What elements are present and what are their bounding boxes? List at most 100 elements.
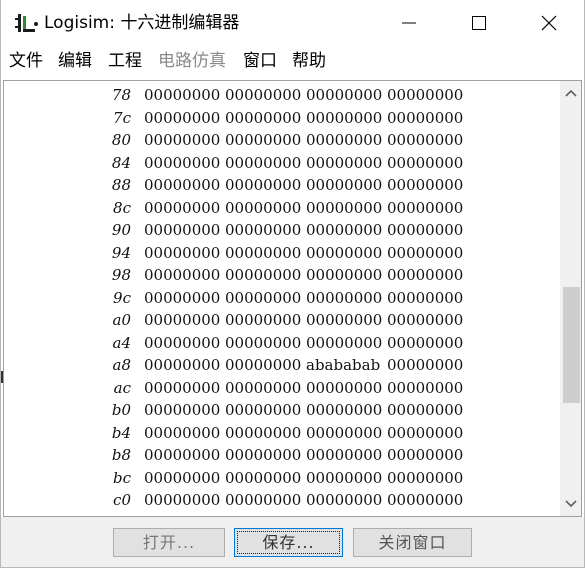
hex-cell[interactable]: 00000000 <box>387 287 463 310</box>
hex-cell[interactable]: 00000000 <box>306 444 382 467</box>
hex-cell[interactable]: 00000000 <box>387 107 463 130</box>
hex-cell[interactable]: 00000000 <box>387 354 463 377</box>
hex-cell[interactable]: 00000000 <box>225 264 301 287</box>
open-button[interactable]: 打开... <box>113 528 225 557</box>
row-address: 7c <box>113 108 131 127</box>
hex-cell[interactable]: 00000000 <box>225 174 301 197</box>
hex-cell[interactable]: abababab <box>306 354 380 377</box>
hex-cell[interactable]: 00000000 <box>387 129 463 152</box>
hex-cell[interactable]: 00000000 <box>387 264 463 287</box>
hex-cell[interactable]: 00000000 <box>225 129 301 152</box>
hex-cell[interactable]: 00000000 <box>144 174 220 197</box>
scroll-down-button[interactable] <box>561 494 581 514</box>
hex-cell[interactable]: 00000000 <box>225 197 301 220</box>
hex-cell[interactable]: 00000000 <box>387 242 463 265</box>
close-window-button[interactable] <box>514 0 584 46</box>
scroll-up-button[interactable] <box>561 83 581 103</box>
hex-cell[interactable]: 00000000 <box>144 489 220 512</box>
maximize-icon <box>472 16 486 30</box>
hex-cell[interactable]: 00000000 <box>306 174 382 197</box>
hex-cell[interactable]: 00000000 <box>225 467 301 490</box>
hex-cell[interactable]: 00000000 <box>387 467 463 490</box>
hex-cell[interactable]: 00000000 <box>306 422 382 445</box>
hex-cell[interactable]: 00000000 <box>225 377 301 400</box>
hex-cell[interactable]: 00000000 <box>387 489 463 512</box>
hex-cell[interactable]: 00000000 <box>306 84 382 107</box>
hex-cell[interactable]: 00000000 <box>306 467 382 490</box>
hex-cell[interactable]: 00000000 <box>306 332 382 355</box>
hex-cell[interactable]: 00000000 <box>144 422 220 445</box>
menu-help[interactable]: 帮助 <box>292 51 326 72</box>
menu-project[interactable]: 工程 <box>108 51 142 72</box>
menu-edit[interactable]: 编辑 <box>58 51 92 72</box>
hex-editor-panel[interactable]: 78 00000000 00000000 00000000 00000000 7c 0000… <box>3 80 582 517</box>
hex-cell[interactable]: 00000000 <box>144 129 220 152</box>
hex-cell[interactable]: 00000000 <box>225 287 301 310</box>
hex-cell[interactable]: 00000000 <box>144 287 220 310</box>
hex-cell[interactable]: 00000000 <box>144 377 220 400</box>
hex-cell[interactable]: 00000000 <box>144 332 220 355</box>
hex-cell[interactable]: 00000000 <box>225 219 301 242</box>
hex-cell[interactable]: 00000000 <box>387 219 463 242</box>
hex-cell[interactable]: 00000000 <box>387 444 463 467</box>
hex-cell[interactable]: 00000000 <box>225 399 301 422</box>
row-address: 78 <box>111 86 131 104</box>
hex-cell[interactable]: 00000000 <box>306 197 382 220</box>
hex-cell[interactable]: 00000000 <box>225 422 301 445</box>
hex-cell[interactable]: 00000000 <box>387 377 463 400</box>
hex-cell[interactable]: 00000000 <box>144 152 220 175</box>
maximize-button[interactable] <box>444 0 514 46</box>
row-address: 9c <box>113 288 131 307</box>
hex-cell[interactable]: 00000000 <box>144 197 220 220</box>
hex-cell[interactable]: 00000000 <box>225 354 301 377</box>
hex-cell[interactable]: 00000000 <box>387 174 463 197</box>
hex-cell[interactable]: 00000000 <box>225 107 301 130</box>
close-editor-button[interactable]: 关闭窗口 <box>353 528 472 557</box>
menu-window[interactable]: 窗口 <box>243 51 277 72</box>
hex-cell[interactable]: 00000000 <box>387 399 463 422</box>
hex-cell[interactable]: 00000000 <box>306 489 382 512</box>
hex-cell[interactable]: 00000000 <box>144 399 220 422</box>
hex-cell[interactable]: 00000000 <box>144 84 220 107</box>
menu-file[interactable]: 文件 <box>9 51 43 72</box>
hex-cell[interactable]: 00000000 <box>144 444 220 467</box>
hex-cell[interactable]: 00000000 <box>144 242 220 265</box>
hex-cell[interactable]: 00000000 <box>306 219 382 242</box>
hex-cell[interactable]: 00000000 <box>144 467 220 490</box>
save-button[interactable]: 保存... <box>234 528 343 557</box>
hex-cell[interactable]: 00000000 <box>306 264 382 287</box>
hex-cell[interactable]: 00000000 <box>387 309 463 332</box>
hex-cell[interactable]: 00000000 <box>306 152 382 175</box>
hex-cell[interactable]: 00000000 <box>225 309 301 332</box>
hex-cell[interactable]: 00000000 <box>225 489 301 512</box>
hex-cell[interactable]: 00000000 <box>387 332 463 355</box>
hex-cell[interactable]: 00000000 <box>144 219 220 242</box>
scroll-thumb[interactable] <box>563 287 580 403</box>
hex-cell[interactable]: 00000000 <box>144 107 220 130</box>
hex-cell[interactable]: 00000000 <box>225 332 301 355</box>
hex-cell[interactable]: 00000000 <box>306 107 382 130</box>
hex-cell[interactable]: 00000000 <box>225 242 301 265</box>
hex-cell[interactable]: 00000000 <box>306 399 382 422</box>
hex-cell[interactable]: 00000000 <box>306 377 382 400</box>
hex-cell[interactable]: 00000000 <box>144 309 220 332</box>
hex-row: 9c 00000000 00000000 00000000 00000000 <box>4 287 560 310</box>
title-bar[interactable]: Logisim: 十六进制编辑器 <box>1 0 584 46</box>
hex-cell[interactable]: 00000000 <box>225 444 301 467</box>
hex-cell[interactable]: 00000000 <box>306 129 382 152</box>
menu-simulate[interactable]: 电路仿真 <box>158 51 226 72</box>
hex-cell[interactable]: 00000000 <box>225 84 301 107</box>
vertical-scrollbar[interactable] <box>560 81 581 516</box>
menu-bar: 文件 编辑 工程 电路仿真 窗口 帮助 <box>1 46 584 76</box>
hex-cell[interactable]: 00000000 <box>387 152 463 175</box>
hex-cell[interactable]: 00000000 <box>306 242 382 265</box>
hex-cell[interactable]: 00000000 <box>144 354 220 377</box>
hex-cell[interactable]: 00000000 <box>387 197 463 220</box>
hex-cell[interactable]: 00000000 <box>144 264 220 287</box>
hex-cell[interactable]: 00000000 <box>387 84 463 107</box>
hex-cell[interactable]: 00000000 <box>306 287 382 310</box>
minimize-button[interactable] <box>374 0 444 46</box>
hex-cell[interactable]: 00000000 <box>225 152 301 175</box>
hex-cell[interactable]: 00000000 <box>387 422 463 445</box>
hex-cell[interactable]: 00000000 <box>306 309 382 332</box>
